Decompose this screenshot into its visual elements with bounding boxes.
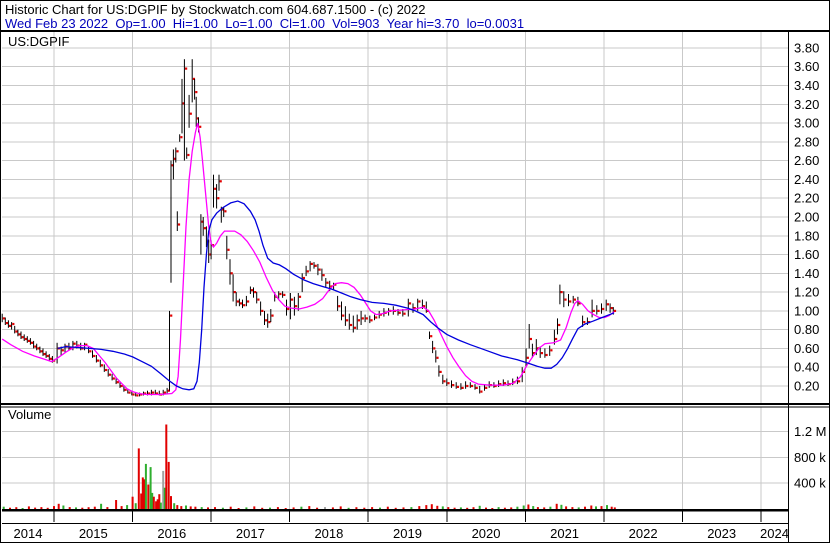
price-tick-label: 1.80 [794, 228, 819, 243]
volume-label: Volume [8, 407, 51, 422]
symbol-label: US:DGPIF [8, 34, 69, 49]
price-tick-label: 0.20 [794, 379, 819, 394]
year-tick-label: 2017 [236, 526, 265, 541]
price-tick-label: 3.00 [794, 116, 819, 131]
price-tick-label: 1.40 [794, 266, 819, 281]
year-tick-label: 2019 [393, 526, 422, 541]
volume-tick-label: 1.2 M [794, 424, 827, 439]
year-tick-label: 2023 [707, 526, 736, 541]
price-tick-label: 1.20 [794, 285, 819, 300]
year-tick-label: 2020 [472, 526, 501, 541]
price-tick-label: 2.60 [794, 153, 819, 168]
year-tick-label: 2015 [79, 526, 108, 541]
symbol-label: US:DGPIF [8, 34, 69, 49]
price-tick-label: 3.60 [794, 59, 819, 74]
year-tick-label: 2024 [760, 526, 789, 541]
price-tick-label: 2.00 [794, 209, 819, 224]
price-tick-label: 1.00 [794, 303, 819, 318]
year-tick-label: 2014 [14, 526, 43, 541]
price-tick-label: 0.60 [794, 341, 819, 356]
price-tick-label: 2.20 [794, 191, 819, 206]
volume-bars [2, 424, 616, 510]
price-tick-label: 1.60 [794, 247, 819, 262]
year-tick-label: 2018 [314, 526, 343, 541]
moving-average-slow [57, 200, 615, 391]
volume-label: Volume [8, 407, 51, 422]
volume-axis-labels: 400 k 800 k 1.2 M [794, 424, 827, 491]
price-tick-label: 2.40 [794, 172, 819, 187]
price-tick-label: 3.80 [794, 40, 819, 55]
year-tick-label: 2016 [157, 526, 186, 541]
year-axis-labels: 2014 2015 2016 2017 2018 2019 2020 2021 2022 2023… [14, 526, 789, 541]
moving-average-fast [1, 122, 615, 396]
price-tick-label: 3.20 [794, 97, 819, 112]
year-tick-label: 2021 [550, 526, 579, 541]
grid-lines [2, 32, 788, 509]
price-tick-label: 0.80 [794, 322, 819, 337]
price-bars [1, 59, 617, 397]
price-tick-label: 3.40 [794, 78, 819, 93]
year-tick-label: 2022 [629, 526, 658, 541]
stockwatch-historic-chart: Historic Chart for US:DGPIF by Stockwatc… [0, 0, 830, 543]
chart-plot: 3.80 3.60 3.40 3.20 3.00 2.80 2.60 2.40 2.20 2.00… [1, 30, 829, 542]
volume-tick-label: 400 k [794, 476, 826, 491]
price-tick-label: 2.80 [794, 134, 819, 149]
volume-tick-label: 800 k [794, 450, 826, 465]
price-axis-labels: 3.80 3.60 3.40 3.20 3.00 2.80 2.60 2.40 2.20 2.00… [794, 40, 819, 393]
frame-lines [1, 30, 829, 542]
price-tick-label: 0.40 [794, 360, 819, 375]
